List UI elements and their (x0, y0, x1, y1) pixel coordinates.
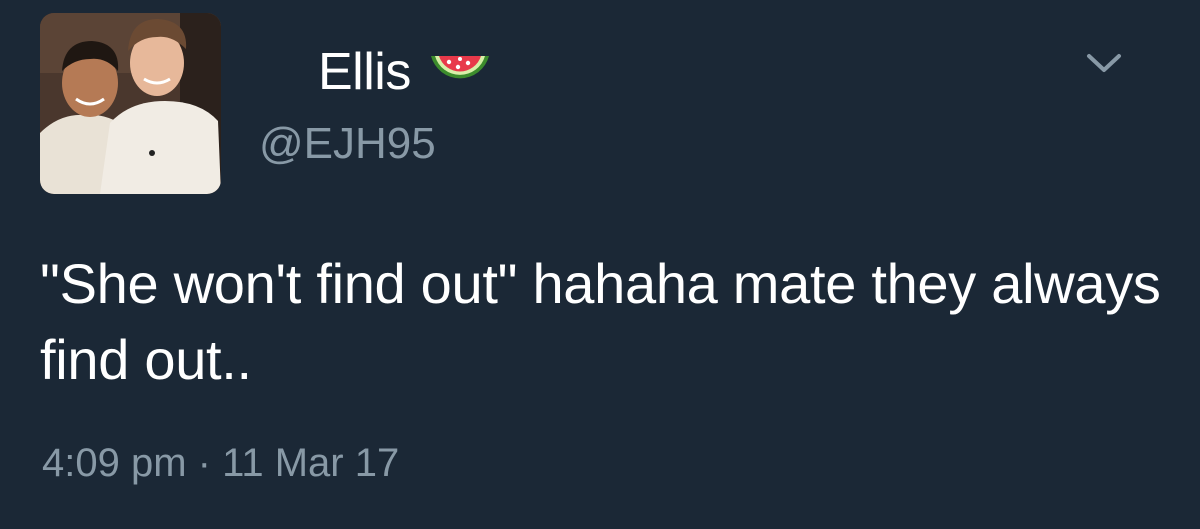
display-name[interactable]: Ellis (318, 42, 411, 102)
chevron-down-icon[interactable] (1084, 50, 1124, 76)
avatar-photo (40, 13, 221, 194)
tweet-card: Ellis @EJH95 "She won't find out" hahaha… (0, 0, 1200, 529)
avatar[interactable] (40, 13, 221, 194)
timestamp[interactable]: 4:09 pm · 11 Mar 17 (42, 438, 399, 488)
display-name-row: Ellis (318, 42, 493, 102)
tweet-text: "She won't find out" hahaha mate they al… (40, 252, 1161, 391)
watermelon-icon (427, 42, 493, 102)
user-handle[interactable]: @EJH95 (259, 118, 436, 170)
